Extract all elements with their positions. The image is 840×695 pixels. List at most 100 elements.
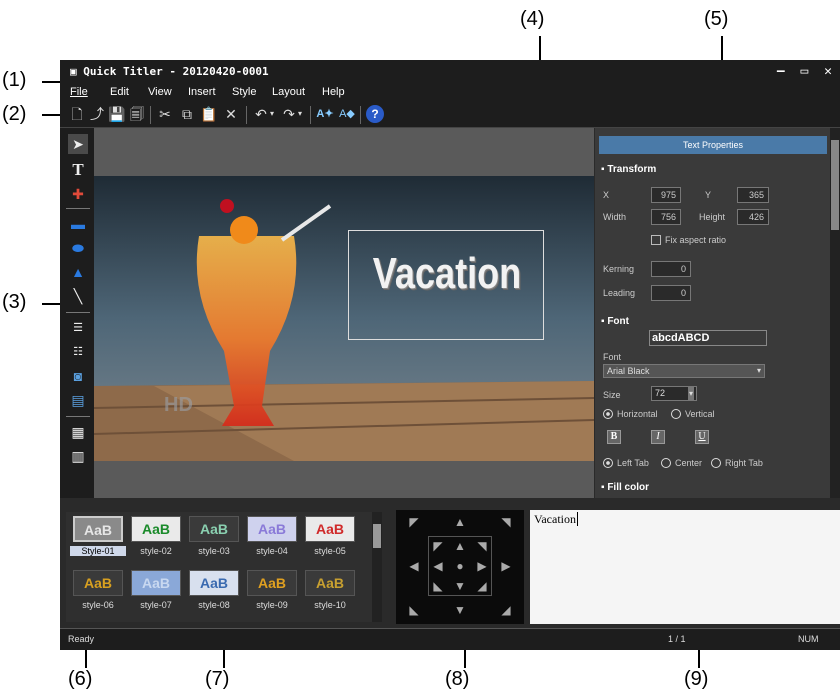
distribute-icon[interactable]: ▤	[68, 390, 88, 410]
style-swatch[interactable]: AaB	[189, 570, 239, 596]
style-swatch[interactable]: AaB	[73, 570, 123, 596]
style-label: style-05	[314, 546, 346, 556]
y-input[interactable]: 365	[737, 187, 769, 203]
text-effect-icon[interactable]: A✦	[316, 105, 334, 123]
style-swatch[interactable]: AaB	[247, 570, 297, 596]
callout-1: (1)	[2, 69, 27, 91]
right-tab-radio[interactable]	[711, 458, 721, 468]
menu-style[interactable]: Style	[232, 86, 256, 98]
fix-aspect-checkbox[interactable]	[651, 235, 661, 245]
select-arrow-icon[interactable]: ➤	[68, 134, 88, 154]
rectangle-icon[interactable]: ▬	[68, 214, 88, 234]
align-center-icon[interactable]: ☷	[68, 342, 88, 362]
redo-dropdown-icon[interactable]: ▾	[296, 105, 304, 123]
save-icon[interactable]: 💾	[108, 105, 126, 123]
font-dropdown-value: Arial Black	[607, 366, 650, 376]
title-text: Vacation	[372, 249, 522, 298]
arrow-up-right-icon[interactable]: ◥	[498, 514, 514, 530]
safe-area-icon[interactable]: ▥	[68, 446, 88, 466]
arrow-up-inner-icon[interactable]: ▲	[452, 538, 468, 554]
fill-color-section[interactable]: ▪ Fill color	[601, 482, 649, 492]
size-value: 72	[655, 388, 666, 398]
center-dot-icon[interactable]: ●	[452, 558, 468, 574]
arrow-up-icon[interactable]: ▲	[452, 514, 468, 530]
arrow-left-icon[interactable]: ◀	[406, 558, 422, 574]
menu-edit[interactable]: Edit	[110, 86, 129, 98]
style-swatch[interactable]: AaB	[305, 516, 355, 542]
grid-icon[interactable]: ▦	[68, 422, 88, 442]
left-tab-radio[interactable]	[603, 458, 613, 468]
ellipse-icon[interactable]: ⬬	[68, 238, 88, 258]
paste-icon[interactable]: 📋	[200, 105, 218, 123]
style-swatch[interactable]: AaB	[131, 516, 181, 542]
x-input[interactable]: 975	[651, 187, 681, 203]
transform-section[interactable]: ▪ Transform	[601, 164, 656, 175]
arrow-right-inner-icon[interactable]: ▶	[474, 558, 490, 574]
kerning-input[interactable]: 0	[651, 261, 691, 277]
center-object-icon[interactable]: ◙	[68, 366, 88, 386]
canvas-area[interactable]: HD Vacation	[94, 128, 594, 498]
bold-button[interactable]: B	[607, 430, 621, 444]
style-swatch[interactable]: AaB	[189, 516, 239, 542]
transform-label: Transform	[607, 164, 657, 175]
cut-icon[interactable]: ✂	[156, 105, 174, 123]
arrow-right-icon[interactable]: ▶	[498, 558, 514, 574]
underline-button[interactable]: U	[695, 430, 709, 444]
menu-help[interactable]: Help	[322, 86, 345, 98]
text-tool-icon[interactable]: T	[68, 160, 88, 180]
arrow-up-right-inner-icon[interactable]: ◥	[474, 538, 490, 554]
height-label: Height	[699, 212, 726, 222]
font-section[interactable]: ▪ Font	[601, 316, 629, 327]
style-scroll-thumb[interactable]	[373, 524, 381, 548]
line-cross-icon[interactable]: ✚	[68, 184, 88, 204]
font-dropdown[interactable]: Arial Black ▾	[603, 364, 765, 378]
arrow-down-right-icon[interactable]: ◢	[498, 602, 514, 618]
vertical-radio[interactable]	[671, 409, 681, 419]
style-swatch[interactable]: AaB	[131, 570, 181, 596]
arrow-down-left-inner-icon[interactable]: ◣	[430, 578, 446, 594]
menu-view[interactable]: View	[148, 86, 172, 98]
undo-dropdown-icon[interactable]: ▾	[268, 105, 276, 123]
arrow-up-left-icon[interactable]: ◤	[406, 514, 422, 530]
delete-icon[interactable]: ✕	[222, 105, 240, 123]
menu-layout[interactable]: Layout	[272, 86, 305, 98]
horizontal-radio[interactable]	[603, 409, 613, 419]
arrow-left-inner-icon[interactable]: ◀	[430, 558, 446, 574]
menu-file[interactable]: File	[70, 86, 88, 98]
height-input[interactable]: 426	[737, 209, 769, 225]
style-label: style-02	[140, 546, 172, 556]
save-as-icon[interactable]: 🗐	[128, 105, 146, 123]
callout-6: (6)	[68, 668, 93, 690]
align-left-icon[interactable]: ☰	[68, 318, 88, 338]
arrow-down-icon[interactable]: ▼	[452, 602, 468, 618]
menu-insert[interactable]: Insert	[188, 86, 216, 98]
arrow-down-left-icon[interactable]: ◣	[406, 602, 422, 618]
width-input[interactable]: 756	[651, 209, 681, 225]
style-swatch[interactable]: AaB	[305, 570, 355, 596]
palette-separator	[66, 208, 90, 209]
text-style-icon[interactable]: A◆	[338, 105, 356, 123]
size-dropdown[interactable]: 72 ▾	[651, 386, 697, 401]
leading-input[interactable]: 0	[651, 285, 691, 301]
style-scrollbar[interactable]	[372, 512, 382, 622]
arrow-down-inner-icon[interactable]: ▼	[452, 578, 468, 594]
style-label: style-07	[140, 600, 172, 610]
leading-label: Leading	[603, 288, 636, 298]
window-controls[interactable]: – ▭ ✕	[777, 60, 836, 84]
italic-button[interactable]: I	[651, 430, 665, 444]
properties-scrollbar[interactable]	[830, 128, 840, 560]
help-icon[interactable]: ?	[366, 105, 384, 123]
triangle-icon[interactable]: ▲	[68, 262, 88, 282]
text-entry-field[interactable]: Vacation	[530, 510, 840, 624]
scroll-thumb[interactable]	[831, 140, 839, 230]
copy-icon[interactable]: ⧉	[178, 105, 196, 123]
new-icon[interactable]: 🗋	[68, 105, 86, 123]
open-icon[interactable]: ⤴	[88, 105, 106, 123]
style-swatch[interactable]: AaB	[247, 516, 297, 542]
arrow-down-right-inner-icon[interactable]: ◢	[474, 578, 490, 594]
style-swatch[interactable]: AaB	[73, 516, 123, 542]
title-text-box[interactable]: Vacation	[348, 230, 544, 340]
arrow-up-left-inner-icon[interactable]: ◤	[430, 538, 446, 554]
line-icon[interactable]: ╲	[68, 286, 88, 306]
center-radio[interactable]	[661, 458, 671, 468]
